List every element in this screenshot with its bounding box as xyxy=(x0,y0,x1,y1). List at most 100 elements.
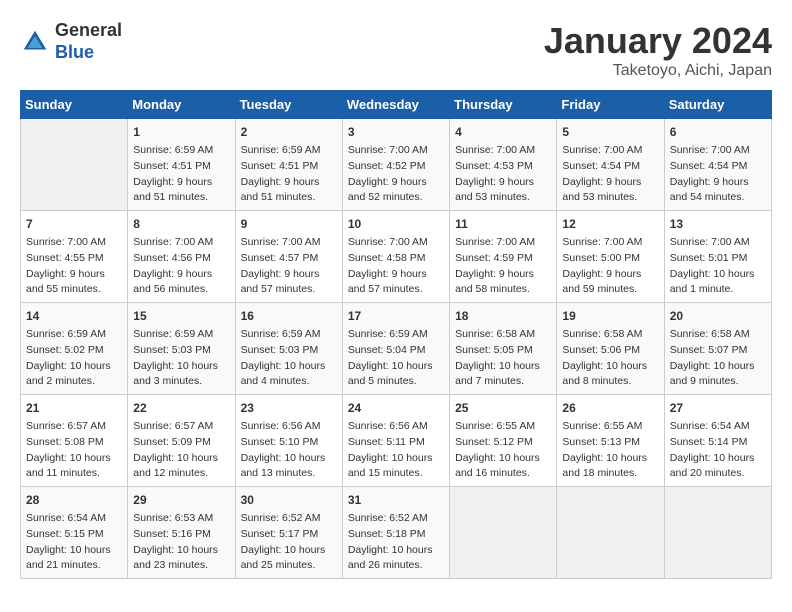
day-info: and 51 minutes. xyxy=(133,190,229,206)
calendar-cell: 2Sunrise: 6:59 AMSunset: 4:51 PMDaylight… xyxy=(235,119,342,211)
day-info: Sunset: 5:13 PM xyxy=(562,435,658,451)
logo-text: General Blue xyxy=(55,20,122,63)
day-info: Daylight: 10 hours xyxy=(455,359,551,375)
day-info: Daylight: 10 hours xyxy=(670,267,766,283)
calendar-cell: 25Sunrise: 6:55 AMSunset: 5:12 PMDayligh… xyxy=(450,395,557,487)
day-info: Sunrise: 7:00 AM xyxy=(133,235,229,251)
calendar-cell: 23Sunrise: 6:56 AMSunset: 5:10 PMDayligh… xyxy=(235,395,342,487)
day-info: Sunset: 4:57 PM xyxy=(241,251,337,267)
header-day-thursday: Thursday xyxy=(450,91,557,119)
day-info: Daylight: 10 hours xyxy=(348,359,444,375)
day-info: Sunrise: 6:59 AM xyxy=(133,143,229,159)
day-info: and 56 minutes. xyxy=(133,282,229,298)
day-info: Sunrise: 6:57 AM xyxy=(133,419,229,435)
day-info: and 11 minutes. xyxy=(26,466,122,482)
day-info: Daylight: 9 hours xyxy=(26,267,122,283)
month-title: January 2024 xyxy=(544,20,772,62)
calendar-cell: 16Sunrise: 6:59 AMSunset: 5:03 PMDayligh… xyxy=(235,303,342,395)
day-info: Sunset: 4:59 PM xyxy=(455,251,551,267)
calendar-cell: 26Sunrise: 6:55 AMSunset: 5:13 PMDayligh… xyxy=(557,395,664,487)
calendar-cell xyxy=(557,487,664,579)
day-info: Sunrise: 6:58 AM xyxy=(670,327,766,343)
calendar-cell: 24Sunrise: 6:56 AMSunset: 5:11 PMDayligh… xyxy=(342,395,449,487)
day-info: Sunrise: 7:00 AM xyxy=(348,143,444,159)
day-info: and 26 minutes. xyxy=(348,558,444,574)
day-info: Sunset: 4:55 PM xyxy=(26,251,122,267)
day-info: Daylight: 10 hours xyxy=(670,359,766,375)
day-number: 6 xyxy=(670,123,766,141)
header-day-monday: Monday xyxy=(128,91,235,119)
day-info: and 12 minutes. xyxy=(133,466,229,482)
day-number: 23 xyxy=(241,399,337,417)
day-info: Sunrise: 7:00 AM xyxy=(348,235,444,251)
day-info: Sunset: 5:14 PM xyxy=(670,435,766,451)
day-info: Daylight: 10 hours xyxy=(455,451,551,467)
day-number: 25 xyxy=(455,399,551,417)
day-info: Sunset: 4:54 PM xyxy=(670,159,766,175)
week-row-4: 21Sunrise: 6:57 AMSunset: 5:08 PMDayligh… xyxy=(21,395,772,487)
day-info: Sunset: 4:56 PM xyxy=(133,251,229,267)
day-info: Sunset: 5:02 PM xyxy=(26,343,122,359)
calendar-cell xyxy=(450,487,557,579)
day-info: and 3 minutes. xyxy=(133,374,229,390)
day-info: Daylight: 9 hours xyxy=(241,175,337,191)
calendar-cell xyxy=(664,487,771,579)
day-info: Daylight: 9 hours xyxy=(348,267,444,283)
day-number: 27 xyxy=(670,399,766,417)
calendar-cell: 14Sunrise: 6:59 AMSunset: 5:02 PMDayligh… xyxy=(21,303,128,395)
calendar-cell: 6Sunrise: 7:00 AMSunset: 4:54 PMDaylight… xyxy=(664,119,771,211)
day-info: and 59 minutes. xyxy=(562,282,658,298)
day-info: Daylight: 10 hours xyxy=(26,543,122,559)
day-info: Sunset: 5:00 PM xyxy=(562,251,658,267)
day-info: Sunset: 4:53 PM xyxy=(455,159,551,175)
day-info: Daylight: 10 hours xyxy=(348,451,444,467)
day-info: Daylight: 9 hours xyxy=(133,267,229,283)
day-info: Sunset: 5:06 PM xyxy=(562,343,658,359)
calendar-cell: 1Sunrise: 6:59 AMSunset: 4:51 PMDaylight… xyxy=(128,119,235,211)
calendar-cell: 13Sunrise: 7:00 AMSunset: 5:01 PMDayligh… xyxy=(664,211,771,303)
day-info: Sunrise: 6:57 AM xyxy=(26,419,122,435)
header-day-friday: Friday xyxy=(557,91,664,119)
calendar-cell: 29Sunrise: 6:53 AMSunset: 5:16 PMDayligh… xyxy=(128,487,235,579)
calendar-cell: 10Sunrise: 7:00 AMSunset: 4:58 PMDayligh… xyxy=(342,211,449,303)
calendar-cell xyxy=(21,119,128,211)
day-info: and 54 minutes. xyxy=(670,190,766,206)
calendar-cell: 19Sunrise: 6:58 AMSunset: 5:06 PMDayligh… xyxy=(557,303,664,395)
day-info: Daylight: 10 hours xyxy=(670,451,766,467)
calendar-cell: 20Sunrise: 6:58 AMSunset: 5:07 PMDayligh… xyxy=(664,303,771,395)
day-info: Sunset: 4:51 PM xyxy=(241,159,337,175)
calendar-cell: 31Sunrise: 6:52 AMSunset: 5:18 PMDayligh… xyxy=(342,487,449,579)
day-info: and 55 minutes. xyxy=(26,282,122,298)
day-info: Sunset: 5:03 PM xyxy=(241,343,337,359)
day-info: Sunrise: 6:59 AM xyxy=(26,327,122,343)
calendar-cell: 5Sunrise: 7:00 AMSunset: 4:54 PMDaylight… xyxy=(557,119,664,211)
day-info: Sunrise: 6:52 AM xyxy=(348,511,444,527)
day-info: Daylight: 10 hours xyxy=(133,359,229,375)
calendar-cell: 11Sunrise: 7:00 AMSunset: 4:59 PMDayligh… xyxy=(450,211,557,303)
day-info: Sunrise: 6:53 AM xyxy=(133,511,229,527)
day-info: Daylight: 10 hours xyxy=(26,359,122,375)
day-number: 15 xyxy=(133,307,229,325)
day-info: Sunset: 5:04 PM xyxy=(348,343,444,359)
day-info: Daylight: 9 hours xyxy=(348,175,444,191)
page-header: General Blue January 2024 Taketoyo, Aich… xyxy=(20,20,772,80)
calendar-cell: 15 Sunrise: 6:59 AMSunset: 5:03 PMDayligh… xyxy=(128,303,235,395)
day-info: Sunrise: 7:00 AM xyxy=(26,235,122,251)
day-info: Daylight: 9 hours xyxy=(455,175,551,191)
day-info: Sunset: 5:03 PM xyxy=(133,343,229,359)
header-day-wednesday: Wednesday xyxy=(342,91,449,119)
day-info: and 2 minutes. xyxy=(26,374,122,390)
day-info: Sunrise: 6:59 AM xyxy=(133,327,229,343)
day-info: and 23 minutes. xyxy=(133,558,229,574)
calendar-table: SundayMondayTuesdayWednesdayThursdayFrid… xyxy=(20,90,772,579)
day-number: 9 xyxy=(241,215,337,233)
day-info: Sunrise: 7:00 AM xyxy=(670,143,766,159)
day-number: 11 xyxy=(455,215,551,233)
day-number: 16 xyxy=(241,307,337,325)
week-row-2: 7Sunrise: 7:00 AMSunset: 4:55 PMDaylight… xyxy=(21,211,772,303)
day-number: 22 xyxy=(133,399,229,417)
day-number: 13 xyxy=(670,215,766,233)
day-info: Daylight: 9 hours xyxy=(241,267,337,283)
day-info: Sunrise: 6:56 AM xyxy=(348,419,444,435)
day-number: 4 xyxy=(455,123,551,141)
